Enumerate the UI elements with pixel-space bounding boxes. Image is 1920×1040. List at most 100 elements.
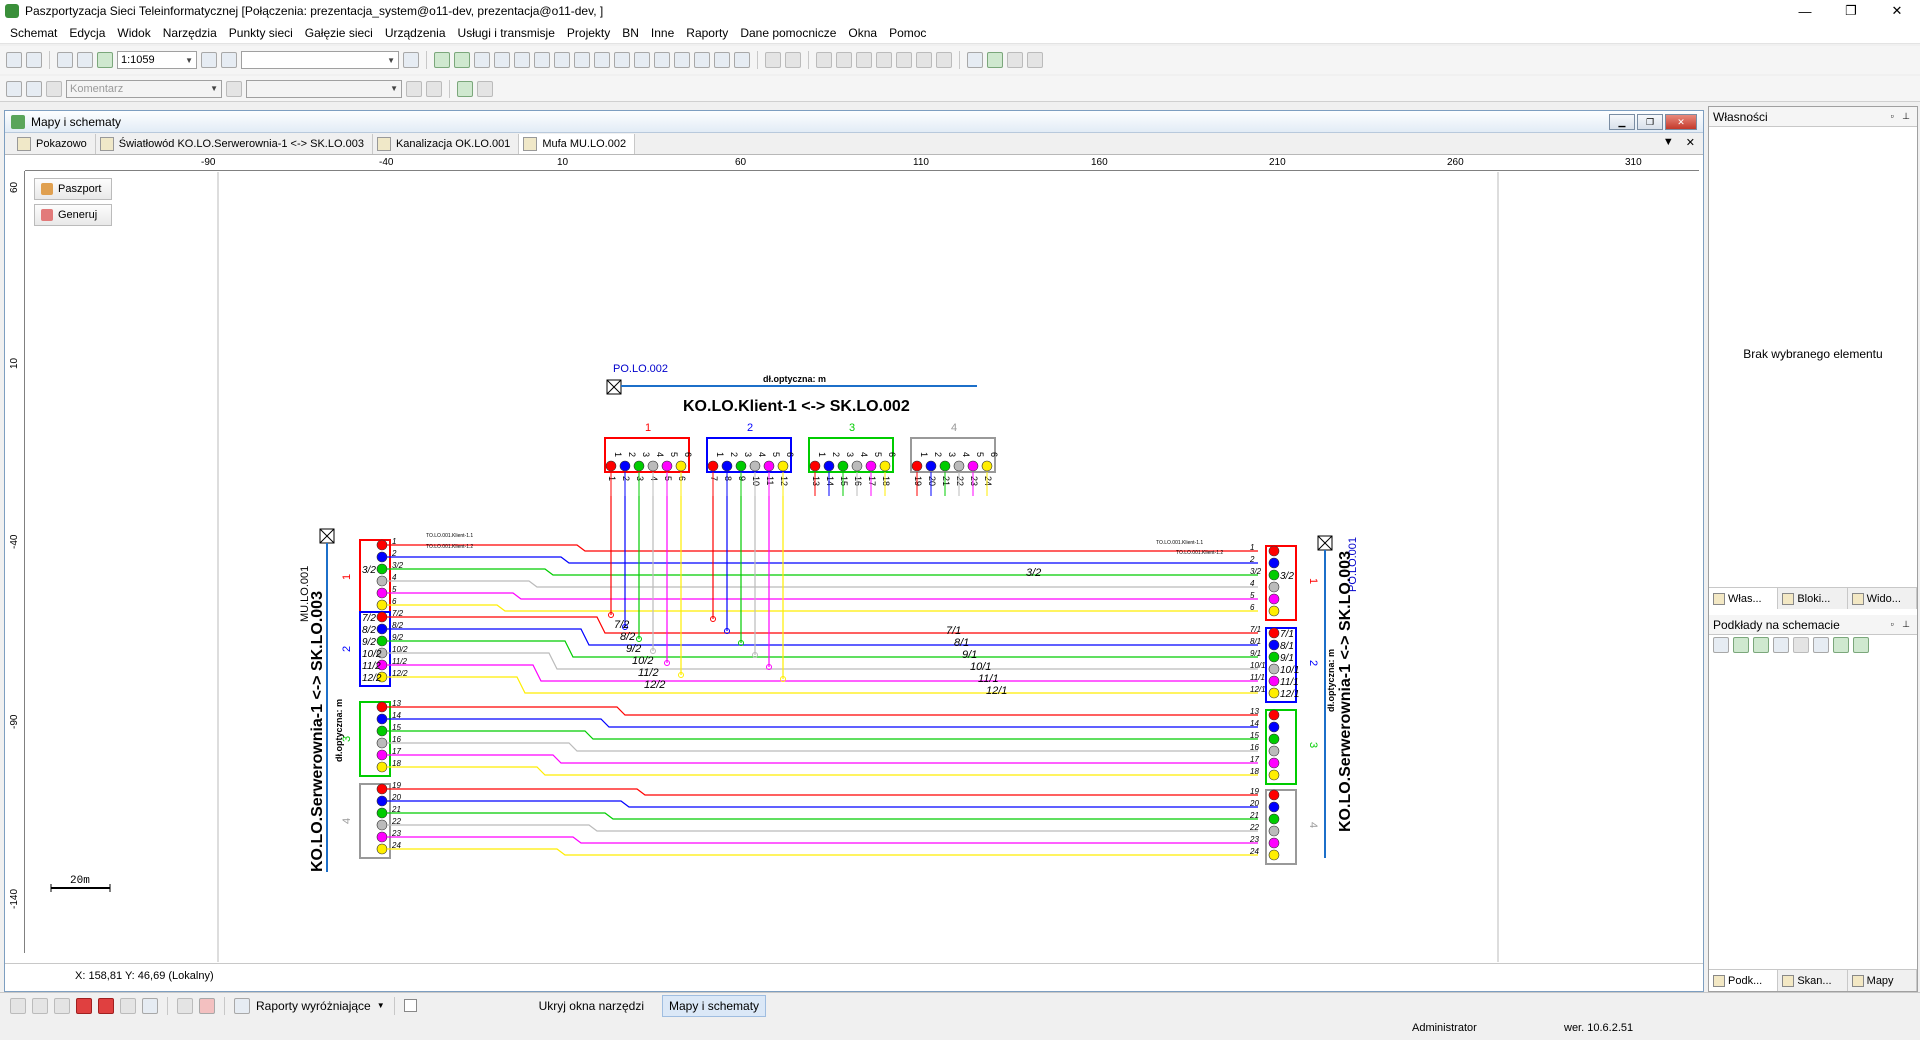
scale-combo[interactable]: 1:1059 ▼ xyxy=(117,51,197,69)
tool8-icon[interactable] xyxy=(936,52,952,68)
monitor-icon[interactable] xyxy=(403,52,419,68)
map-icon[interactable] xyxy=(574,52,590,68)
tab-bloki[interactable]: Bloki... xyxy=(1778,588,1848,609)
add-underlay-icon[interactable] xyxy=(1733,637,1749,653)
style-combo[interactable]: ▼ xyxy=(246,79,402,98)
panel-pin-icon[interactable]: ▫ ⊥ xyxy=(1890,619,1913,630)
layer-add-icon[interactable] xyxy=(457,80,473,97)
layers-icon[interactable] xyxy=(434,52,450,68)
align-icon[interactable] xyxy=(654,52,670,68)
copy-icon[interactable] xyxy=(534,52,550,68)
red-square-icon[interactable] xyxy=(76,997,92,1014)
zoom-in-icon[interactable] xyxy=(221,52,237,68)
mdi-minimize-button[interactable]: ▁ xyxy=(1609,114,1635,130)
tool6-icon[interactable] xyxy=(896,52,912,68)
tab-wlasnosci[interactable]: Włas... xyxy=(1709,588,1779,609)
stop-icon[interactable] xyxy=(142,997,158,1014)
tab-list-icon[interactable]: ▼ xyxy=(1663,136,1674,149)
menu-punkty-sieci[interactable]: Punkty sieci xyxy=(223,26,299,40)
binoculars-icon[interactable] xyxy=(514,52,530,68)
reports-dropdown[interactable]: Raporty wyróżniające xyxy=(256,999,371,1013)
new-icon[interactable] xyxy=(6,52,22,68)
hide-tools-button[interactable]: Ukryj okna narzędzi xyxy=(539,999,644,1013)
image-icon[interactable] xyxy=(1813,637,1829,653)
select-mode-icon[interactable] xyxy=(554,52,570,68)
menu-projekty[interactable]: Projekty xyxy=(561,26,616,40)
menu-urzadzenia[interactable]: Urządzenia xyxy=(379,26,452,40)
line-style-icon[interactable] xyxy=(406,80,422,97)
align2-icon[interactable] xyxy=(674,52,690,68)
menu-schemat[interactable]: Schemat xyxy=(4,26,63,40)
tool1-icon[interactable] xyxy=(765,52,781,68)
zoom-out-icon[interactable] xyxy=(201,52,217,68)
remove-icon[interactable] xyxy=(477,80,493,97)
menu-narzedzia[interactable]: Narzędzia xyxy=(157,26,223,40)
grid2-icon[interactable] xyxy=(177,997,193,1014)
menu-pomoc[interactable]: Pomoc xyxy=(883,26,932,40)
tool2-icon[interactable] xyxy=(785,52,801,68)
info-icon[interactable] xyxy=(594,52,610,68)
tab-podklady[interactable]: Podk... xyxy=(1709,970,1779,991)
checkbox-icon[interactable] xyxy=(1713,637,1729,653)
delete-icon[interactable] xyxy=(856,52,872,68)
expand-icon[interactable] xyxy=(694,52,710,68)
mdi-restore-button[interactable]: ❐ xyxy=(1637,114,1663,130)
tree2-icon[interactable] xyxy=(1773,637,1789,653)
print-icon[interactable] xyxy=(77,52,93,68)
target-icon[interactable] xyxy=(54,997,70,1014)
menu-widok[interactable]: Widok xyxy=(111,26,156,40)
menu-inne[interactable]: Inne xyxy=(645,26,680,40)
menu-okna[interactable]: Okna xyxy=(842,26,883,40)
tab-close-icon[interactable]: ✕ xyxy=(1686,136,1695,149)
link-icon[interactable] xyxy=(714,52,730,68)
square-icon[interactable] xyxy=(1793,637,1809,653)
tab-mapy[interactable]: Mapy xyxy=(1848,970,1917,991)
tab-widoki[interactable]: Wido... xyxy=(1848,588,1917,609)
tab-swiatlowod[interactable]: Światłowód KO.LO.Serwerownia-1 <-> SK.LO… xyxy=(96,133,373,154)
pencil-icon[interactable] xyxy=(26,80,42,97)
menu-bn[interactable]: BN xyxy=(616,26,645,40)
cross-icon[interactable] xyxy=(199,997,215,1014)
menu-uslugi[interactable]: Usługi i transmisje xyxy=(452,26,561,40)
maps-taskbar-button[interactable]: Mapy i schematy xyxy=(662,994,767,1017)
red-square2-icon[interactable] xyxy=(98,997,114,1014)
pointer-icon[interactable] xyxy=(6,80,22,97)
lock-icon[interactable] xyxy=(226,80,242,97)
open-icon[interactable] xyxy=(26,52,42,68)
menu-dane-pomocnicze[interactable]: Dane pomocnicze xyxy=(734,26,842,40)
menu-raporty[interactable]: Raporty xyxy=(680,26,734,40)
table2-icon[interactable] xyxy=(634,52,650,68)
minimize-button[interactable]: — xyxy=(1782,0,1828,22)
person-icon[interactable] xyxy=(1007,52,1023,68)
tab-skany[interactable]: Skan... xyxy=(1778,970,1848,991)
folder-icon[interactable] xyxy=(454,52,470,68)
schematic-canvas[interactable]: Paszport Generuj PO.LO.002 dł.optyczna: m… xyxy=(26,172,1699,962)
mdi-close-button[interactable]: ✕ xyxy=(1665,114,1697,130)
refresh-icon[interactable] xyxy=(97,52,113,68)
tab-mufa[interactable]: Mufa MU.LO.002 xyxy=(519,133,636,154)
comment-combo[interactable]: Komentarz ▼ xyxy=(66,79,222,98)
maximize-button[interactable]: ❐ xyxy=(1828,0,1874,22)
menu-edycja[interactable]: Edycja xyxy=(63,26,111,40)
network-icon[interactable] xyxy=(32,997,48,1014)
draw-line-icon[interactable] xyxy=(46,80,62,97)
draw-icon[interactable] xyxy=(10,997,26,1014)
tab-pokazowo[interactable]: Pokazowo xyxy=(13,133,96,154)
tool4-icon[interactable] xyxy=(836,52,852,68)
fit-icon[interactable] xyxy=(734,52,750,68)
panel-pin-icon[interactable]: ▫ ⊥ xyxy=(1890,111,1913,122)
table-icon[interactable] xyxy=(614,52,630,68)
person2-icon[interactable] xyxy=(1027,52,1043,68)
close-button[interactable]: ✕ xyxy=(1874,0,1920,22)
edit-icon[interactable] xyxy=(120,997,136,1014)
tab-kanalizacja[interactable]: Kanalizacja OK.LO.001 xyxy=(373,133,520,154)
star-icon[interactable] xyxy=(1853,637,1869,653)
globe-icon[interactable] xyxy=(987,52,1003,68)
print-preview-icon[interactable] xyxy=(57,52,73,68)
tool3-icon[interactable] xyxy=(816,52,832,68)
connector-icon[interactable] xyxy=(426,80,442,97)
grid-icon[interactable] xyxy=(474,52,490,68)
toggle-checkbox[interactable] xyxy=(403,999,417,1012)
dotted-grid-icon[interactable] xyxy=(494,52,510,68)
menu-galezie-sieci[interactable]: Gałęzie sieci xyxy=(299,26,379,40)
